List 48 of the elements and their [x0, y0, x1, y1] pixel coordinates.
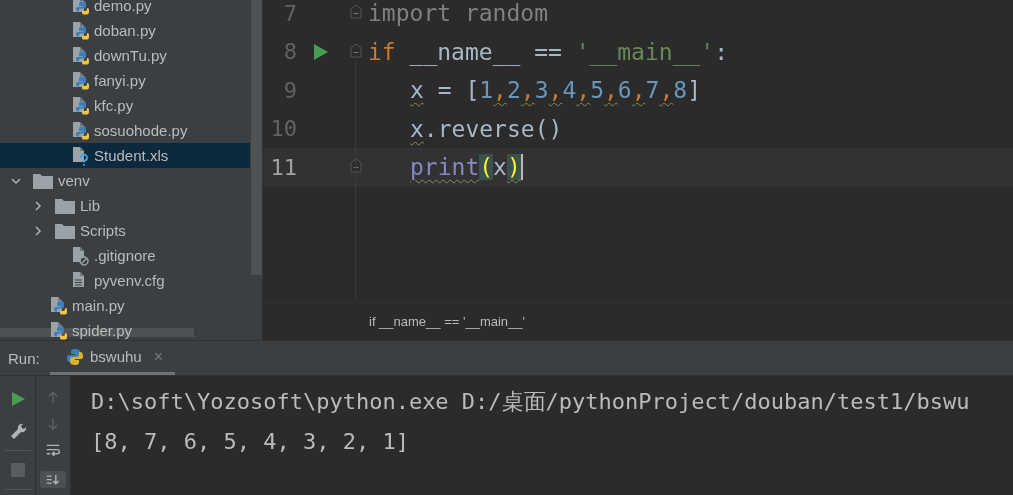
run-label: Run:: [8, 349, 41, 367]
breadcrumb[interactable]: if __name__ == '__main__': [369, 314, 526, 329]
python-icon: [66, 347, 84, 366]
text-cursor: [520, 154, 523, 181]
tree-item[interactable]: downTu.py: [0, 43, 250, 68]
scroll-to-end-icon[interactable]: [40, 470, 66, 488]
folder-icon: [54, 196, 76, 215]
chevron-icon[interactable]: [32, 224, 44, 237]
folder-icon: [54, 221, 76, 240]
tree-item[interactable]: venv: [0, 168, 250, 193]
tree-item[interactable]: demo.py: [0, 0, 250, 18]
code-line: x = [1,2,3,4,5,6,7,8]: [409, 77, 701, 104]
chevron-icon[interactable]: [32, 199, 44, 212]
tree-item[interactable]: Student.xls: [0, 143, 250, 168]
line-number: 10: [269, 116, 297, 142]
tree-item[interactable]: Lib: [0, 193, 250, 218]
python-file-icon: [70, 0, 90, 16]
python-file-icon: [70, 20, 90, 41]
line-number: 9: [282, 77, 297, 103]
folder-icon: [32, 171, 54, 190]
tree-item[interactable]: main.py: [0, 293, 250, 318]
tree-item[interactable]: kfc.py: [0, 93, 250, 118]
python-file-icon: [70, 70, 90, 91]
tree-item[interactable]: doban.py: [0, 18, 250, 43]
unknown-file-icon: [70, 145, 90, 166]
line-number: 8: [282, 39, 297, 65]
run-icon[interactable]: [313, 42, 329, 61]
console-output: D:\soft\Yozosoft\python.exe D:/桌面/pythonProject/douban/test1/bswu: [91, 388, 971, 416]
console-output: [8, 7, 6, 5, 4, 3, 2, 1]: [91, 428, 410, 456]
tree-item[interactable]: .gitignore: [0, 243, 250, 268]
code-line: x.reverse(): [409, 115, 563, 142]
code-line: import random: [368, 0, 548, 27]
python-file-icon: [48, 295, 68, 316]
line-number: 7: [282, 0, 297, 26]
tree-item[interactable]: Scripts: [0, 218, 250, 243]
scrollbar[interactable]: [251, 0, 262, 275]
code-line: print(x): [409, 154, 523, 181]
python-file-icon: [70, 120, 90, 141]
tree-item[interactable]: sosuohode.py: [0, 118, 250, 143]
fold-marker-icon[interactable]: [350, 42, 362, 61]
tree-item[interactable]: pyvenv.cfg: [0, 268, 250, 293]
python-file-icon: [70, 45, 90, 66]
line-number: 11: [269, 154, 297, 180]
tree-item[interactable]: fanyi.py: [0, 68, 250, 93]
python-file-icon: [70, 95, 90, 116]
code-line: if __name__ == '__main__':: [368, 38, 729, 65]
ignored-file-icon: [70, 245, 90, 266]
run-icon[interactable]: [9, 391, 26, 407]
